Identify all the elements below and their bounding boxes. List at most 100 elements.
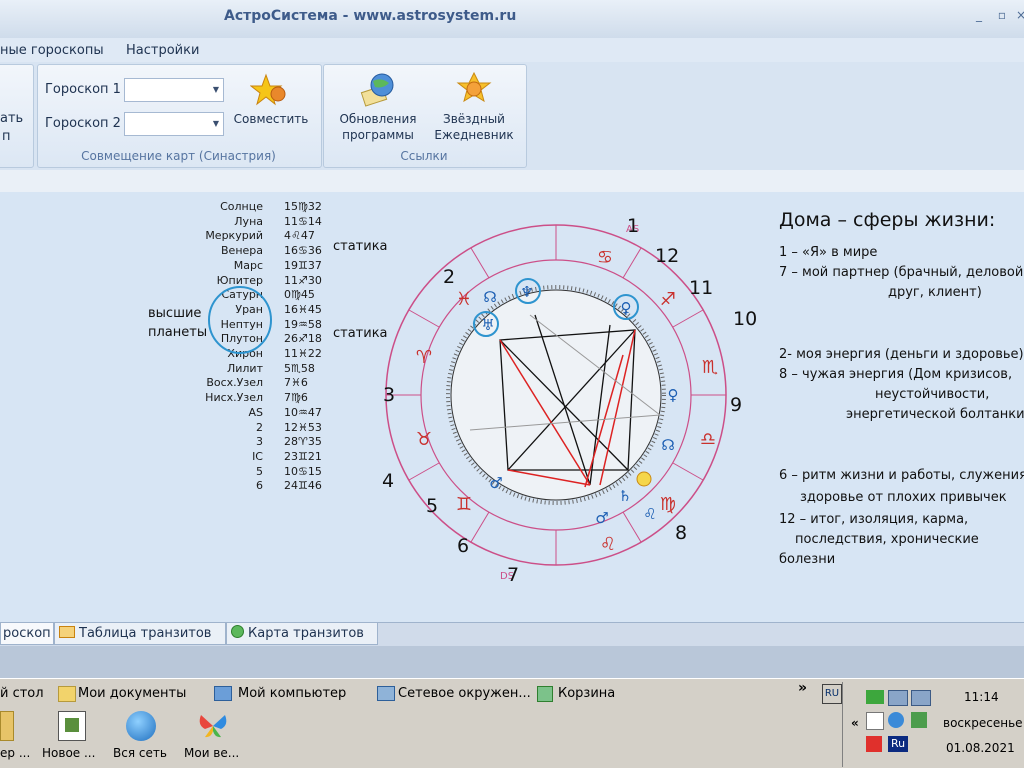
planet-value: 16♓45: [284, 302, 322, 316]
tray-app-icon-2[interactable]: [888, 712, 904, 728]
cut-label-2[interactable]: п: [2, 129, 11, 144]
menu-settings[interactable]: Настройки: [126, 43, 199, 58]
planet-name: 6: [256, 479, 263, 493]
quicklink-my-computer[interactable]: Мой компьютер: [238, 686, 346, 701]
desktop-label-3[interactable]: Вся сеть: [113, 746, 167, 760]
tab-transit-table[interactable]: Таблица транзитов: [54, 623, 226, 645]
menu-horoscopes[interactable]: ные гороскопы: [0, 43, 104, 58]
horoscope2-select[interactable]: ▼: [124, 112, 224, 136]
tray-chevron-icon[interactable]: «: [851, 716, 859, 730]
house-label-7: 7: [507, 564, 520, 586]
svg-text:♉: ♉: [416, 429, 432, 450]
network-icon: [377, 686, 395, 701]
svg-text:♏: ♏: [702, 357, 718, 378]
panel-line-3: друг, клиент): [888, 285, 982, 300]
house-label-5: 5: [426, 495, 439, 517]
synastry-caption: Совмещение карт (Синастрия): [81, 149, 276, 163]
tab-transit-map-label: Карта транзитов: [248, 626, 364, 641]
planet-name: Солнце: [220, 200, 263, 213]
planet-value: 11♐30: [284, 273, 322, 287]
clock-time[interactable]: 11:14: [964, 690, 999, 704]
combine-stars-icon[interactable]: [249, 72, 288, 110]
window-title: АстроСистема - www.astrosystem.ru: [224, 8, 517, 24]
planet-value: 24♊46: [284, 479, 322, 493]
horoscope1-select[interactable]: ▼: [124, 78, 224, 102]
planet-name: Меркурий: [205, 229, 263, 243]
note-higher-planets-1: высшие: [148, 306, 202, 321]
tray-app-icon-3[interactable]: [911, 712, 927, 728]
panel-line-5: 8 – чужая энергия (Дом кризисов,: [779, 367, 1013, 382]
svg-text:☊: ☊: [661, 436, 674, 454]
planet-name: Луна: [234, 214, 263, 228]
svg-text:♅: ♅: [481, 316, 494, 334]
panel-line-11: последствия, хронические: [795, 532, 979, 547]
panel-line-4: 2- моя энергия (деньги и здоровье): [779, 347, 1024, 362]
star-diary-icon[interactable]: [455, 71, 493, 109]
desktop-label-4[interactable]: Мои ве...: [184, 746, 239, 760]
svg-text:♄: ♄: [618, 487, 631, 505]
panel-line-9: здоровье от плохих привычек: [800, 490, 1007, 505]
svg-text:♀: ♀: [668, 386, 679, 404]
keyboard-layout-indicator[interactable]: Ru: [888, 736, 908, 752]
panel-line-10: 12 – итог, изоляция, карма,: [779, 512, 969, 527]
planet-value: 5♏58: [284, 361, 315, 375]
house-label-1: 1: [627, 215, 640, 237]
planet-value: 0♍45: [284, 288, 315, 302]
updates-line1[interactable]: Обновления: [332, 112, 424, 127]
chevron-right-icon[interactable]: »: [798, 680, 807, 696]
panel-line-1: 1 – «Я» в мире: [779, 245, 878, 260]
planet-value: 28♈35: [284, 435, 322, 449]
tab-horoscope[interactable]: роскоп: [0, 623, 54, 645]
combine-button[interactable]: Совместить: [229, 112, 313, 127]
globe-update-icon[interactable]: [359, 71, 397, 109]
svg-text:♍: ♍: [660, 494, 676, 515]
language-bar[interactable]: RU: [822, 684, 842, 704]
house-label-10: 10: [733, 308, 758, 330]
svg-text:♆: ♆: [520, 283, 533, 301]
note-higher-planets-2: планеты: [148, 325, 208, 340]
house-label-6: 6: [457, 535, 470, 557]
svg-text:♈: ♈: [416, 347, 432, 368]
diary-line2[interactable]: Ежедневник: [428, 128, 520, 143]
computer-icon: [214, 686, 232, 701]
quicklink-desktop[interactable]: й стол: [0, 686, 44, 701]
desktop-icon-cut[interactable]: [0, 711, 14, 741]
panel-line-8: 6 – ритм жизни и работы, служения,: [779, 468, 1024, 483]
house-label-4: 4: [382, 470, 395, 492]
planet-value: 16♋36: [284, 244, 322, 258]
svg-text:♌: ♌: [643, 505, 656, 523]
tray-app-icon-4[interactable]: [866, 736, 882, 752]
tray-app-icon-1[interactable]: [866, 712, 884, 730]
desktop-label-1[interactable]: ер ...: [0, 746, 30, 760]
diary-line1[interactable]: Звёздный: [428, 112, 520, 127]
quicklink-recycle-bin[interactable]: Корзина: [558, 686, 615, 701]
network-status-icon[interactable]: [888, 690, 908, 706]
house-label-12: 12: [655, 245, 680, 267]
quicklink-my-documents[interactable]: Мои документы: [78, 686, 186, 701]
toolbar-strip: [0, 170, 1024, 193]
msn-butterfly-icon[interactable]: [197, 711, 229, 741]
network-status-2-icon[interactable]: [911, 690, 931, 706]
close-button[interactable]: ×: [1014, 9, 1024, 21]
planet-value: 4♌47: [284, 229, 315, 243]
updates-line2[interactable]: программы: [332, 128, 424, 143]
house-label-11: 11: [689, 277, 714, 299]
desktop-label-2[interactable]: Новое ...: [42, 746, 95, 760]
tab-transit-map[interactable]: Карта транзитов: [226, 623, 378, 645]
entire-network-globe-icon[interactable]: [126, 711, 156, 741]
cut-label-1[interactable]: ать: [0, 111, 23, 126]
panel-line-2: 7 – мой партнер (брачный, деловой,: [779, 265, 1024, 280]
planet-value: 10♋15: [284, 464, 322, 478]
horoscope1-label: Гороскоп 1: [45, 82, 121, 97]
download-arrow-icon[interactable]: [866, 690, 884, 704]
panel-line-7: энергетической болтанки): [846, 407, 1024, 422]
minimize-button[interactable]: _: [972, 9, 986, 21]
svg-text:☊: ☊: [483, 288, 496, 306]
planet-name: Лилит: [226, 361, 263, 375]
maximize-button[interactable]: ▫: [995, 9, 1009, 21]
house-label-8: 8: [675, 522, 688, 544]
chevron-down-icon: ▼: [212, 119, 219, 128]
house-label-9: 9: [730, 394, 743, 416]
document-icon[interactable]: [58, 711, 86, 741]
quicklink-network[interactable]: Сетевое окружен...: [398, 686, 531, 701]
